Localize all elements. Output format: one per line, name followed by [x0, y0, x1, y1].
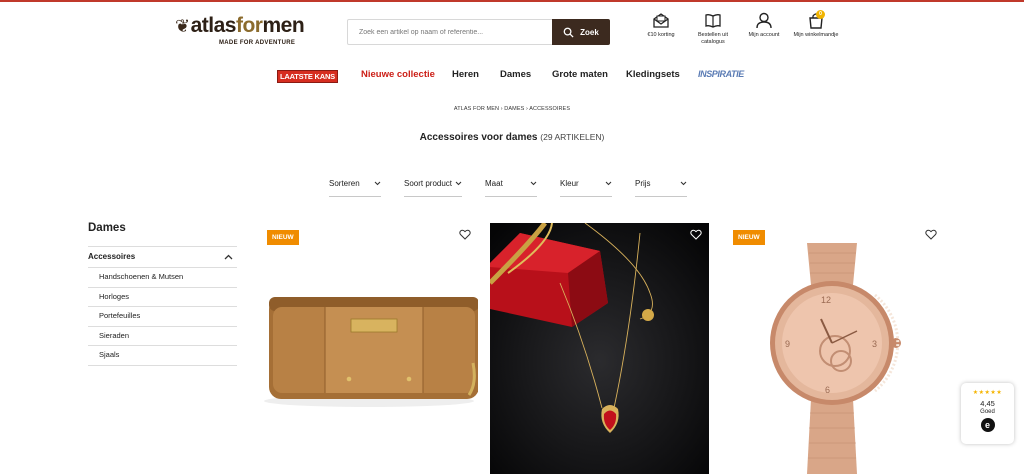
breadcrumb-accessories: ACCESSOIRES	[529, 106, 571, 112]
chevron-down-icon	[455, 181, 462, 186]
account-link[interactable]: Mijn account	[744, 12, 784, 39]
logo-text-for: for	[235, 14, 263, 37]
article-count: (29 ARTIKELEN)	[540, 132, 605, 142]
catalog-link[interactable]: Bestellen uit catalogus	[692, 12, 734, 46]
chevron-up-icon	[224, 254, 233, 260]
brand-logo[interactable]: ❦atlasformen MADE FOR ADVENTURE	[175, 14, 325, 48]
search-button[interactable]: Zoek	[552, 19, 610, 45]
nav-men[interactable]: Heren	[452, 69, 479, 80]
filter-colour[interactable]: Kleur	[560, 177, 612, 197]
logo-text-atlas: atlas	[190, 14, 237, 37]
rating-label: Goed	[980, 409, 995, 415]
discount-link-label: €10 korting	[647, 32, 675, 38]
sidebar-item-scarves[interactable]: Sjaals	[88, 346, 237, 366]
filter-product-type-label: Soort product	[404, 179, 453, 188]
sidebar-item-gloves-hats[interactable]: Handschoenen & Mutsen	[88, 268, 237, 288]
nav-clothing-sets[interactable]: Kledingsets	[626, 69, 680, 80]
user-icon	[756, 12, 772, 29]
filter-product-type[interactable]: Soort product	[404, 177, 462, 197]
filter-price[interactable]: Prijs	[635, 177, 687, 197]
cart-link[interactable]: 0 Mijn winkelmandje	[790, 10, 842, 39]
new-badge: NIEUW	[267, 230, 299, 245]
filter-price-label: Prijs	[635, 179, 651, 188]
svg-text:3: 3	[872, 339, 877, 349]
discount-link[interactable]: €10 korting	[640, 12, 682, 39]
nav-new-collection[interactable]: Nieuwe collectie	[361, 69, 435, 80]
page-title: Accessoires voor dames (29 ARTIKELEN)	[0, 132, 1024, 143]
page-title-text: Accessoires voor dames	[419, 132, 538, 143]
rating-stars: ★★★★★	[972, 390, 1003, 396]
book-icon	[705, 14, 721, 28]
svg-text:12: 12	[821, 295, 831, 305]
filter-size[interactable]: Maat	[485, 177, 537, 197]
breadcrumb-women[interactable]: DAMES	[504, 106, 524, 112]
sidebar-title: Dames	[88, 222, 126, 234]
sidebar-section-label: Accessoires	[88, 252, 136, 261]
nav-inspiration[interactable]: INSPIRATIE	[698, 69, 744, 79]
sidebar-item-watches[interactable]: Horloges	[88, 288, 237, 308]
nav-last-chance[interactable]: LAATSTE KANS	[277, 70, 338, 83]
nav-big-sizes[interactable]: Grote maten	[552, 69, 608, 80]
new-badge: NIEUW	[733, 230, 765, 245]
cart-count-badge: 0	[816, 10, 825, 19]
chevron-down-icon	[680, 181, 687, 186]
logo-text-men: men	[262, 14, 305, 37]
sidebar-item-wallets[interactable]: Portefeuilles	[88, 307, 237, 327]
search-input[interactable]	[348, 20, 552, 44]
necklace-image	[490, 223, 709, 474]
rating-score: 4,45	[980, 399, 995, 408]
product-card[interactable]: NIEUW 12 6 9 3	[725, 223, 944, 474]
account-link-label: Mijn account	[748, 32, 780, 38]
product-card[interactable]	[490, 223, 709, 474]
wallet-image	[259, 223, 478, 474]
sidebar-section-accessories[interactable]: Accessoires	[88, 246, 237, 268]
watch-image: 12 6 9 3	[725, 223, 944, 474]
svg-text:6: 6	[825, 385, 830, 395]
sidebar-item-jewellery[interactable]: Sieraden	[88, 327, 237, 347]
logo-tagline: MADE FOR ADVENTURE	[219, 40, 296, 46]
filter-sort-label: Sorteren	[329, 179, 360, 188]
search-bar: Zoek	[347, 19, 610, 45]
trusted-shops-logo-icon: e	[980, 418, 995, 432]
chevron-down-icon	[605, 181, 612, 186]
envelope-icon	[653, 13, 669, 28]
search-button-label: Zoek	[580, 27, 599, 37]
filter-colour-label: Kleur	[560, 179, 579, 188]
product-card[interactable]: NIEUW	[259, 223, 478, 474]
logo-wordmark: ❦atlasformen	[175, 14, 305, 38]
catalog-link-label: Bestellen uit catalogus	[698, 32, 728, 45]
chevron-down-icon	[530, 181, 537, 186]
filter-size-label: Maat	[485, 179, 503, 188]
chevron-down-icon	[374, 181, 381, 186]
filter-sort[interactable]: Sorteren	[329, 177, 381, 197]
heart-icon[interactable]	[925, 229, 937, 240]
top-accent-line	[0, 0, 1024, 2]
breadcrumb: ATLAS FOR MEN › DAMES › ACCESSOIRES	[0, 106, 1024, 112]
svg-text:9: 9	[785, 339, 790, 349]
trust-rating-widget[interactable]: ★★★★★ 4,45 Goed e	[961, 383, 1014, 444]
cart-link-label: Mijn winkelmandje	[793, 32, 839, 38]
heart-icon[interactable]	[459, 229, 471, 240]
sidebar-list: Handschoenen & Mutsen Horloges Portefeui…	[88, 268, 237, 366]
leaf-icon: ❦	[175, 16, 190, 36]
main-nav: LAATSTE KANS Nieuwe collectie Heren Dame…	[0, 69, 1024, 85]
breadcrumb-home[interactable]: ATLAS FOR MEN	[454, 106, 499, 112]
nav-women[interactable]: Dames	[500, 69, 531, 80]
heart-icon[interactable]	[690, 229, 702, 240]
search-icon	[563, 27, 574, 38]
